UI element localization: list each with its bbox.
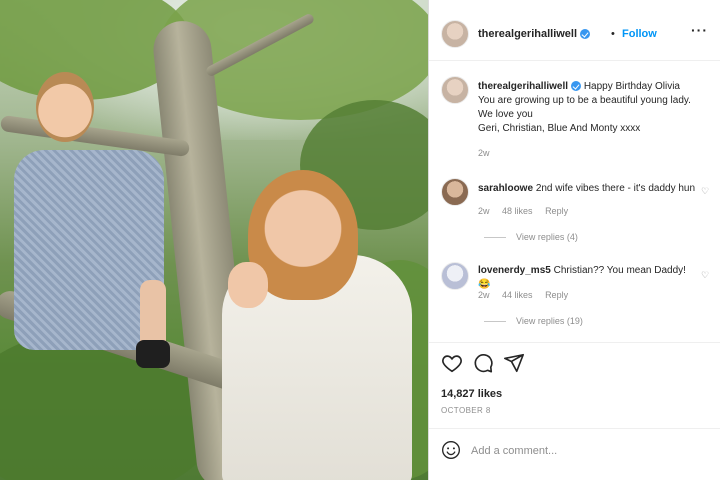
view-replies-button[interactable]: View replies (4): [484, 232, 578, 242]
post-date: OCTOBER 8: [441, 406, 491, 415]
caption-text: therealgerihalliwell Happy Birthday Oliv…: [478, 80, 714, 136]
comment-body: Christian?? You mean Daddy!: [553, 265, 686, 276]
comment-likes[interactable]: 48 likes: [502, 206, 533, 216]
more-horizontal-icon[interactable]: ···: [691, 22, 708, 38]
header-separator: •: [611, 28, 615, 40]
header-avatar[interactable]: [441, 20, 469, 48]
actions-divider: [429, 342, 720, 343]
girl-shoe: [136, 340, 170, 368]
comment-icon[interactable]: [472, 352, 494, 374]
post-image[interactable]: [0, 0, 428, 480]
follow-button[interactable]: Follow: [622, 28, 657, 40]
emoji-icon[interactable]: [441, 440, 461, 460]
comment-avatar[interactable]: [441, 178, 469, 206]
verified-badge-icon: [571, 81, 582, 92]
comment-text: sarahloowe 2nd wife vibes there - it's d…: [478, 182, 700, 196]
comment-like-icon[interactable]: ♡: [701, 270, 709, 281]
header-username[interactable]: therealgerihalliwell: [478, 28, 591, 40]
comment-likes[interactable]: 44 likes: [502, 290, 533, 300]
header-username-text[interactable]: therealgerihalliwell: [478, 28, 577, 40]
comment-reply-button[interactable]: Reply: [545, 290, 568, 300]
comment-username[interactable]: sarahloowe: [478, 183, 533, 194]
heart-icon[interactable]: [441, 352, 463, 374]
comment-time[interactable]: 2w: [478, 206, 490, 216]
caption-avatar[interactable]: [441, 76, 469, 104]
comment-time[interactable]: 2w: [478, 290, 490, 300]
comment-avatar[interactable]: [441, 262, 469, 290]
caption-line: We love you: [478, 109, 533, 120]
caption-time[interactable]: 2w: [478, 148, 490, 158]
laughing-emoji-icon: 😂: [478, 279, 491, 290]
woman-hand: [228, 262, 268, 308]
post-sidebar: therealgerihalliwell • Follow ··· therea…: [429, 0, 720, 480]
comment-like-icon[interactable]: ♡: [701, 186, 709, 197]
comment-box-divider: [429, 428, 720, 429]
caption-line: Geri, Christian, Blue And Monty xxxx: [478, 123, 641, 134]
view-replies-button[interactable]: View replies (19): [484, 316, 583, 326]
caption-username[interactable]: therealgerihalliwell: [478, 81, 568, 92]
comment-meta: 2w 48 likes Reply: [478, 206, 578, 216]
comment-meta: 2w 44 likes Reply: [478, 290, 578, 300]
comment-reply-button[interactable]: Reply: [545, 206, 568, 216]
verified-badge-icon: [580, 29, 591, 40]
caption-line: Happy Birthday Olivia: [583, 81, 680, 92]
comment-text: lovenerdy_ms5 Christian?? You mean Daddy…: [478, 264, 700, 292]
girl-head: [36, 72, 94, 142]
header-divider: [429, 60, 720, 61]
comment-body: 2nd wife vibes there - it's daddy hun: [535, 183, 696, 194]
share-icon[interactable]: [503, 352, 525, 374]
add-comment-input[interactable]: Add a comment...: [471, 445, 557, 457]
comment-username[interactable]: lovenerdy_ms5: [478, 265, 551, 276]
caption-line: You are growing up to be a beautiful you…: [478, 95, 691, 106]
likes-count[interactable]: 14,827 likes: [441, 388, 502, 400]
